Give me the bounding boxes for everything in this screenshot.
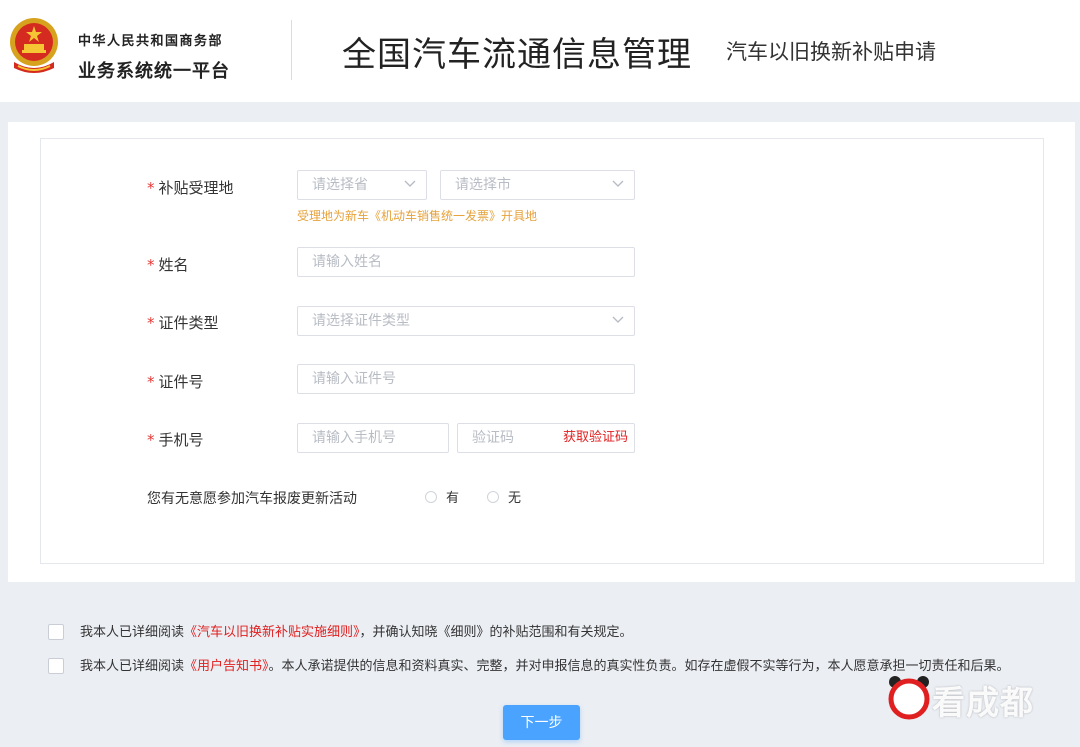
radio-no[interactable]: 无 bbox=[487, 491, 521, 506]
chevron-down-icon bbox=[612, 316, 624, 323]
agreement-rules: 我本人已详细阅读《汽车以旧换新补贴实施细则》，并确认知晓《细则》的补贴范围和有关… bbox=[48, 621, 633, 640]
chevron-down-icon bbox=[612, 180, 624, 187]
agreement-notice: 我本人已详细阅读《用户告知书》。本人承诺提供的信息和资料真实、完整，并对申报信息… bbox=[48, 655, 1010, 674]
code-placeholder: 验证码 bbox=[472, 430, 514, 446]
next-step-button[interactable]: 下一步 bbox=[503, 705, 580, 740]
ministry-line1: 中华人民共和国商务部 bbox=[78, 34, 224, 49]
national-emblem-icon bbox=[10, 18, 58, 73]
agree-rules-checkbox[interactable] bbox=[48, 624, 64, 640]
phone-input[interactable]: 请输入手机号 bbox=[297, 423, 449, 453]
rules-link[interactable]: 《汽车以旧换新补贴实施细则》 bbox=[184, 625, 360, 640]
phone-placeholder: 请输入手机号 bbox=[312, 430, 396, 446]
watermark-text: 看成都 bbox=[932, 683, 1034, 722]
province-select[interactable]: 请选择省 bbox=[297, 170, 427, 200]
name-placeholder: 请输入姓名 bbox=[312, 254, 382, 270]
panda-logo-icon bbox=[888, 676, 930, 720]
get-code-button[interactable]: 获取验证码 bbox=[563, 424, 628, 452]
id-number-placeholder: 请输入证件号 bbox=[312, 371, 396, 387]
location-label: * 补贴受理地 bbox=[147, 179, 234, 197]
ministry-line2: 业务系统统一平台 bbox=[78, 61, 230, 82]
scrap-intent-label: 您有无意愿参加汽车报废更新活动 bbox=[147, 491, 357, 507]
name-label: * 姓名 bbox=[147, 256, 189, 274]
phone-label: * 手机号 bbox=[147, 431, 204, 449]
radio-circle[interactable] bbox=[487, 491, 499, 503]
city-select[interactable]: 请选择市 bbox=[440, 170, 635, 200]
id-type-label: * 证件类型 bbox=[147, 314, 219, 332]
id-type-select[interactable]: 请选择证件类型 bbox=[297, 306, 635, 336]
location-hint: 受理地为新车《机动车销售统一发票》开具地 bbox=[297, 209, 538, 223]
ministry-name: 中华人民共和国商务部 业务系统统一平台 bbox=[78, 30, 230, 83]
application-form: * 补贴受理地 请选择省 请选择市 受理地为新车《机动车销售统一发票》开具地 * 姓… bbox=[40, 138, 1044, 564]
form-panel: * 补贴受理地 请选择省 请选择市 受理地为新车《机动车销售统一发票》开具地 * 姓… bbox=[8, 122, 1075, 582]
notice-link[interactable]: 《用户告知书》 bbox=[184, 659, 269, 674]
chevron-down-icon bbox=[404, 180, 416, 187]
agree-notice-checkbox[interactable] bbox=[48, 658, 64, 674]
province-placeholder: 请选择省 bbox=[312, 177, 368, 193]
page-title: 全国汽车流通信息管理 bbox=[342, 35, 692, 75]
id-number-label: * 证件号 bbox=[147, 373, 204, 391]
radio-circle[interactable] bbox=[425, 491, 437, 503]
id-number-input[interactable]: 请输入证件号 bbox=[297, 364, 635, 394]
city-placeholder: 请选择市 bbox=[455, 177, 511, 193]
name-input[interactable]: 请输入姓名 bbox=[297, 247, 635, 277]
header-divider bbox=[291, 20, 292, 80]
page-subtitle: 汽车以旧换新补贴申请 bbox=[726, 40, 936, 64]
radio-yes[interactable]: 有 bbox=[425, 491, 459, 506]
watermark: 看成都 bbox=[886, 672, 1056, 722]
verification-code-input[interactable]: 验证码 获取验证码 bbox=[457, 423, 635, 453]
page-header: 中华人民共和国商务部 业务系统统一平台 全国汽车流通信息管理 汽车以旧换新补贴申… bbox=[0, 0, 1080, 102]
id-type-placeholder: 请选择证件类型 bbox=[312, 313, 410, 329]
